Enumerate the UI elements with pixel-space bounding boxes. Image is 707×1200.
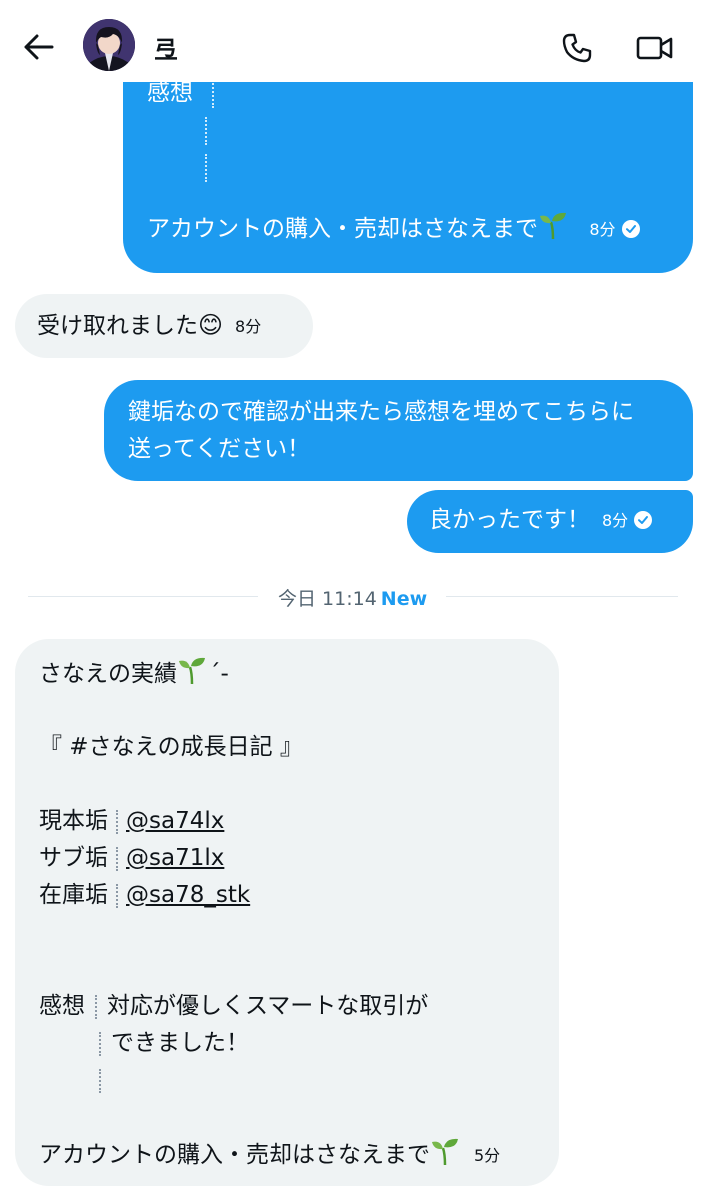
hashtag-line: 『 #さなえの成長日記 』 [39,734,303,760]
divider-line [28,596,258,597]
seedling-icon [430,1136,462,1178]
account-label: 現本垢 [39,808,108,834]
message-incoming[interactable]: さなえの実績 ´- 『 #さなえの成長日記 』 現本垢 @sa74lx サブ垢 @sa… [15,639,559,1186]
account-label: サブ垢 [39,845,108,871]
avatar[interactable] [83,19,135,71]
impression-label: 感想 [147,80,193,106]
dotted-divider [116,809,118,834]
impression-text: できました！ [111,1030,249,1056]
message-outgoing[interactable]: 感想 アカウントの購入・売却はさなえまで 8分 [123,60,693,273]
read-check-icon [621,219,640,238]
arrow-left-icon [24,34,54,60]
message-text: アカウントの購入・売却はさなえまで [147,216,538,242]
message-time: 5分 [474,1146,501,1165]
dotted-divider [99,1031,101,1056]
impression-row: 感想 対応が優しくスマートな取引が [39,988,537,1025]
dotted-divider [116,883,118,908]
dotted-divider [95,994,97,1019]
video-camera-icon [636,36,673,60]
message-incoming[interactable]: 受け取れました😊 8分 [15,294,313,358]
message-title: さなえの実績 [39,661,177,687]
smiling-face-emoji: 😊 [198,311,224,339]
dotted-divider [99,1068,101,1093]
read-check-icon [634,510,653,529]
dotted-divider [205,153,207,182]
message-text: 鍵垢なので確認が出来たら感想を埋めてこちらに [128,399,634,425]
message-footer: アカウントの購入・売却はさなえまで [39,1142,430,1168]
divider-date: 今日 11:14 [278,588,377,610]
message-text: 受け取れました [37,313,198,339]
divider-line [446,596,678,597]
account-label: 在庫垢 [39,882,108,908]
impression-label: 感想 [39,993,85,1019]
message-time: 8分 [589,220,616,239]
seedling-icon [177,655,209,697]
account-row: 在庫垢 @sa78_stk [39,877,537,914]
call-button[interactable] [555,26,599,70]
dotted-divider [205,116,207,145]
avatar-image [83,19,135,71]
chat-header: 弖 [0,0,707,82]
dotted-divider [212,79,215,108]
message-time: 8分 [235,317,262,336]
divider-label: 今日 11:14 New [278,584,427,611]
back-button[interactable] [18,26,60,68]
message-outgoing[interactable]: 良かったです！ 8分 [407,490,693,553]
dotted-divider [116,846,118,871]
message-time: 8分 [602,511,629,530]
message-text: 送ってください！ [128,436,311,462]
account-handle-link[interactable]: @sa74lx [126,808,224,834]
phone-icon [562,33,592,63]
message-outgoing[interactable]: 鍵垢なので確認が出来たら感想を埋めてこちらに 送ってください！ [104,380,693,481]
date-divider: 今日 11:14 New [28,582,678,612]
seedling-icon [538,210,570,252]
new-badge: New [380,588,428,610]
account-row: サブ垢 @sa71lx [39,840,537,877]
account-row: 現本垢 @sa74lx [39,803,537,840]
account-handle-link[interactable]: @sa71lx [126,845,224,871]
video-call-button[interactable] [633,26,677,70]
contact-name[interactable]: 弖 [154,30,178,65]
impression-text: 対応が優しくスマートな取引が [107,993,429,1019]
title-suffix: ´- [209,661,229,687]
message-text: 良かったです！ [429,507,590,533]
account-handle-link[interactable]: @sa78_stk [126,882,250,908]
